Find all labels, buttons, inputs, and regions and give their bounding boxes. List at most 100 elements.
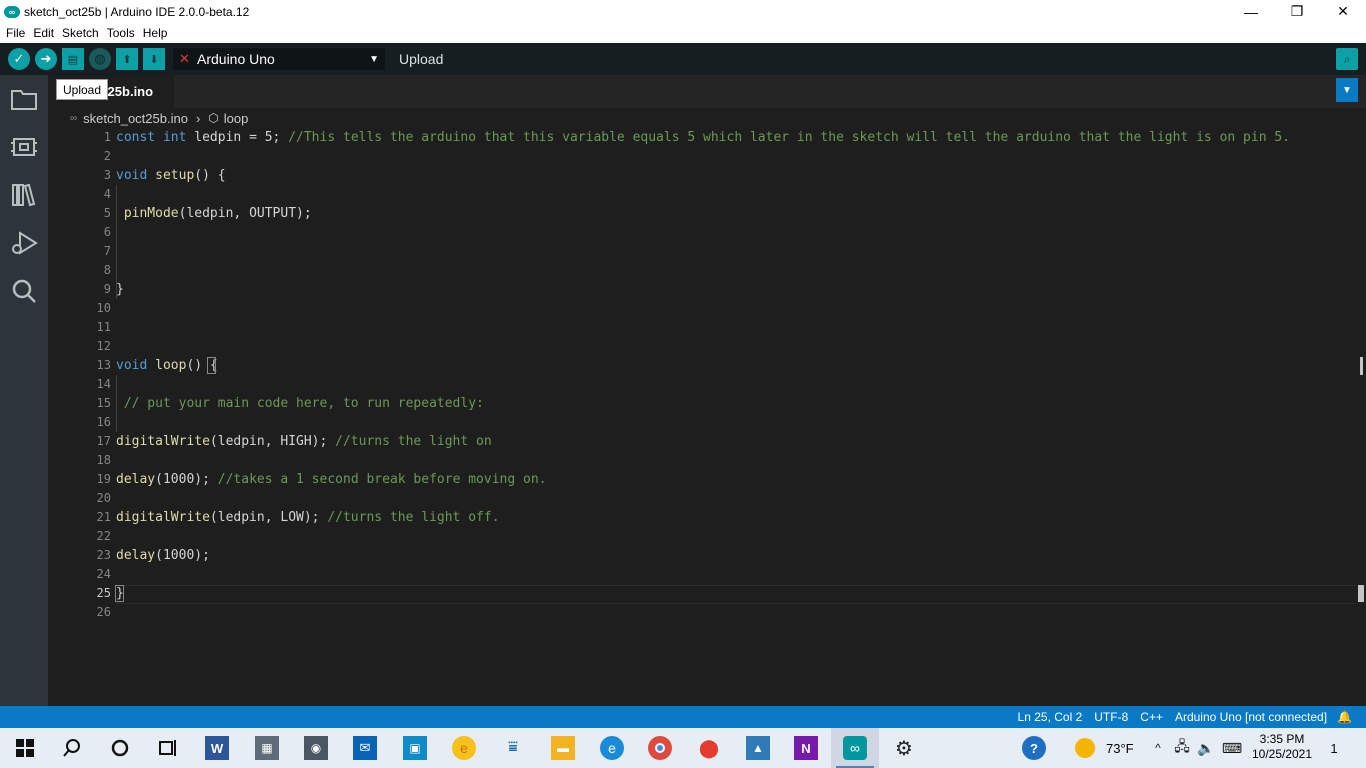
line-number: 17 <box>96 434 111 448</box>
edge-icon[interactable]: e <box>600 736 624 760</box>
line-number: 13 <box>96 358 111 372</box>
scanner-icon[interactable]: ⩸ <box>501 736 525 760</box>
menu-edit[interactable]: Edit <box>29 26 58 40</box>
clock-date: 10/25/2021 <box>1251 747 1313 761</box>
windows-taskbar: W ▦ ◉ ✉ ▣ e ⩸ ▬ e ⬤ ▲ N ∞ ⚙ ? 73°F ^ 🖧 🔈… <box>0 728 1366 768</box>
verify-button[interactable]: ✓ <box>8 48 30 70</box>
maps-icon[interactable]: ⬤ <box>697 736 721 760</box>
tab-bar: ct25b.ino <box>48 75 1366 108</box>
code-line-13: void loop() { <box>116 358 218 373</box>
tab-menu-button[interactable]: ▼ <box>1336 78 1358 102</box>
menu-file[interactable]: File <box>2 26 29 40</box>
menu-help[interactable]: Help <box>139 26 172 40</box>
line-number: 26 <box>96 605 111 619</box>
line-number-gutter: 1 2 3 4 5 6 7 8 9 10 11 12 13 14 15 16 1… <box>48 128 115 706</box>
breadcrumb-symbol[interactable]: loop <box>224 111 249 126</box>
new-sketch-button[interactable]: ▤ <box>62 48 84 70</box>
sketchbook-folder-icon[interactable] <box>10 85 38 113</box>
breadcrumb-file[interactable]: sketch_oct25b.ino <box>83 111 188 126</box>
store-icon[interactable]: ▣ <box>403 736 427 760</box>
edge-legacy-icon[interactable]: e <box>452 736 476 760</box>
calculator-icon[interactable]: ▦ <box>255 736 279 760</box>
debug-button[interactable]: ◍ <box>89 48 111 70</box>
line-number: 20 <box>96 491 111 505</box>
search-icon[interactable] <box>10 277 38 305</box>
word-icon[interactable]: W <box>205 736 229 760</box>
menu-bar: File Edit Sketch Tools Help <box>0 23 1366 43</box>
line-number: 10 <box>96 301 111 315</box>
menu-tools[interactable]: Tools <box>103 26 139 40</box>
line-number: 11 <box>96 320 111 334</box>
maximize-button[interactable]: ❐ <box>1274 0 1320 23</box>
bracket-match-highlight <box>207 357 216 374</box>
chevron-up-icon[interactable]: ^ <box>1146 736 1170 760</box>
weather-sun-icon[interactable] <box>1075 738 1095 758</box>
language-mode[interactable]: C++ <box>1140 710 1163 724</box>
notification-badge: 1 <box>1330 740 1338 756</box>
scrollbar-marker[interactable] <box>1360 357 1363 375</box>
debug-icon: ◍ <box>94 51 106 66</box>
camera-icon[interactable]: ◉ <box>304 736 328 760</box>
line-number: 21 <box>96 510 111 524</box>
window-title: sketch_oct25b | Arduino IDE 2.0.0-beta.1… <box>24 4 250 19</box>
settings-icon[interactable]: ⚙ <box>892 736 916 760</box>
board-selector[interactable]: ✕ Arduino Uno ▼ <box>173 48 385 70</box>
bracket-match-highlight <box>115 585 124 602</box>
minimize-button[interactable]: — <box>1228 0 1274 23</box>
scrollbar-marker[interactable] <box>1358 585 1364 602</box>
close-button[interactable]: ✕ <box>1320 0 1366 23</box>
photos-icon[interactable]: ▲ <box>746 736 770 760</box>
line-number-active: 25 <box>96 586 111 600</box>
clock[interactable]: 3:35 PM 10/25/2021 <box>1250 732 1314 762</box>
arduino-file-icon: ∞ <box>70 112 78 124</box>
boards-manager-icon[interactable] <box>10 133 38 161</box>
debug-icon[interactable] <box>10 229 38 257</box>
code-editor[interactable]: 1 2 3 4 5 6 7 8 9 10 11 12 13 14 15 16 1… <box>48 128 1366 706</box>
task-view-icon[interactable] <box>156 736 180 760</box>
symbol-method-icon: ⬡ <box>208 111 219 125</box>
bell-icon[interactable]: 🔔 <box>1337 710 1352 724</box>
notification-icon[interactable]: 1 <box>1322 736 1346 760</box>
code-text[interactable]: const int ledpin = 5; //This tells the a… <box>116 128 1356 706</box>
window-controls: — ❐ ✕ <box>1228 0 1366 23</box>
volume-icon[interactable]: 🔈 <box>1194 736 1218 760</box>
mail-icon[interactable]: ✉ <box>353 736 377 760</box>
line-number: 15 <box>96 396 111 410</box>
chevron-right-icon: › <box>195 110 201 126</box>
board-status[interactable]: Arduino Uno [not connected] <box>1175 710 1327 724</box>
serial-monitor-button[interactable]: ⌕ <box>1336 48 1358 70</box>
open-button[interactable]: ⬆ <box>116 48 138 70</box>
code-line-23: delay(1000); <box>116 548 210 563</box>
arduino-icon[interactable]: ∞ <box>843 736 867 760</box>
windows-start-icon[interactable] <box>13 736 37 760</box>
upload-button[interactable]: ➜ <box>35 48 57 70</box>
line-number: 7 <box>103 244 111 258</box>
line-number: 24 <box>96 567 111 581</box>
line-number: 3 <box>103 168 111 182</box>
search-icon[interactable] <box>60 736 84 760</box>
code-line-1: const int ledpin = 5; //This tells the a… <box>116 130 1291 145</box>
code-line-9: } <box>116 282 124 297</box>
menu-sketch[interactable]: Sketch <box>58 26 103 40</box>
upload-tooltip: Upload <box>56 79 108 100</box>
line-number: 23 <box>96 548 111 562</box>
save-button[interactable]: ⬇ <box>143 48 165 70</box>
file-explorer-icon[interactable]: ▬ <box>551 736 575 760</box>
title-bar: ∞ sketch_oct25b | Arduino IDE 2.0.0-beta… <box>0 0 1366 23</box>
clock-time: 3:35 PM <box>1259 732 1305 746</box>
help-icon[interactable]: ? <box>1022 736 1046 760</box>
keyboard-icon[interactable]: ⌨ <box>1220 736 1244 760</box>
network-icon[interactable]: 🖧 <box>1170 736 1194 760</box>
line-number: 9 <box>103 282 111 296</box>
activity-bar <box>0 75 48 706</box>
onenote-icon[interactable]: N <box>794 736 818 760</box>
serial-monitor-icon: ⌕ <box>1343 51 1351 66</box>
code-line-3: void setup() { <box>116 168 226 183</box>
status-bar: Ln 25, Col 2 UTF-8 C++ Arduino Uno [not … <box>0 706 1366 728</box>
cortana-icon[interactable] <box>108 736 132 760</box>
encoding[interactable]: UTF-8 <box>1094 710 1128 724</box>
chrome-icon[interactable] <box>648 736 672 760</box>
library-manager-icon[interactable] <box>10 181 38 209</box>
weather-temperature[interactable]: 73°F <box>1106 741 1134 756</box>
cursor-position[interactable]: Ln 25, Col 2 <box>1018 710 1083 724</box>
